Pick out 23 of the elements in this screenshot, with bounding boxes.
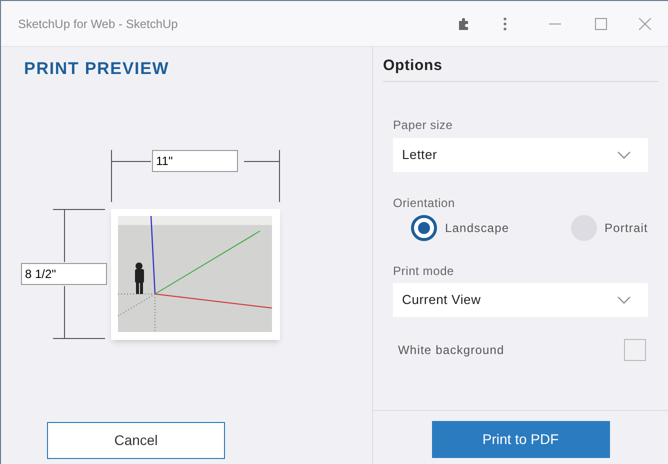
chevron-down-icon [617, 296, 631, 304]
paper-size-label: Paper size [393, 116, 454, 134]
preview-title: PRINT PREVIEW [24, 58, 170, 80]
cancel-button[interactable]: Cancel [47, 422, 225, 459]
close-icon[interactable] [639, 18, 651, 30]
window-title: SketchUp for Web - SketchUp [18, 16, 179, 32]
puzzle-icon[interactable] [457, 16, 471, 30]
background-option-label: White background [398, 342, 504, 358]
dropdown[interactable]: Letter [393, 138, 648, 172]
orientation-label: Orientation [393, 194, 456, 212]
print-to-pdf-button[interactable]: Print to PDF [432, 421, 610, 458]
minimize-icon[interactable] [549, 22, 561, 24]
chevron-down-icon [617, 150, 631, 158]
height-field[interactable]: 8 1/2" [21, 263, 107, 285]
maximize-icon[interactable] [595, 18, 607, 30]
orientation-radio[interactable]: Landscape [411, 214, 510, 240]
orientation-radio[interactable]: Portrait [570, 214, 648, 240]
print-mode-label: Print mode [393, 262, 456, 280]
more-icon[interactable] [503, 16, 507, 30]
options-title: Options [383, 55, 658, 82]
checkbox[interactable] [624, 338, 646, 360]
dropdown[interactable]: Current View [393, 282, 648, 316]
width-field[interactable]: 11" [152, 150, 238, 172]
